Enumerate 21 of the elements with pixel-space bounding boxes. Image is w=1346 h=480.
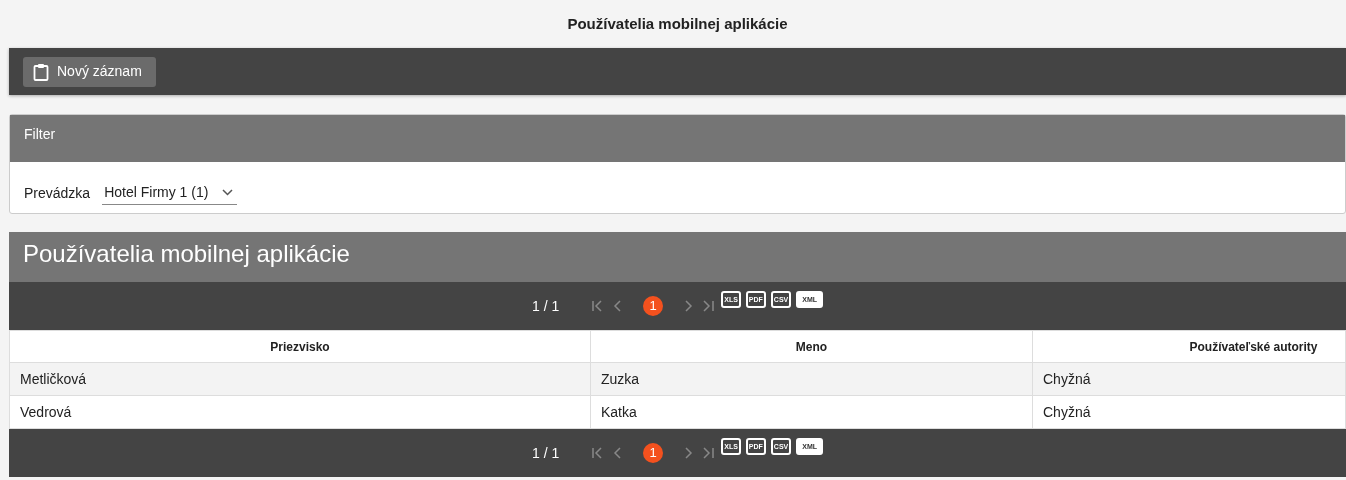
page-info: 1 / 1 [531,443,560,463]
page-info: 1 / 1 [531,296,560,316]
field-label: Prevádzka [24,184,91,203]
table-cell: Chyžná [1032,395,1346,429]
last-page-icon[interactable] [701,447,716,459]
grid-title: Používatelia mobilnej aplikácie [9,232,1346,282]
chevron-down-icon [222,189,234,196]
table-cell: Metličková [9,362,591,396]
table-cell: Vedrová [9,395,591,429]
clipboard-icon [33,62,49,81]
last-page-icon[interactable] [701,300,716,312]
select-field[interactable]: Hotel Firmy 1 (1) [102,182,238,205]
table-cell: Zuzka [590,362,1033,396]
column-header[interactable]: Priezvisko [9,330,591,363]
column-header[interactable]: Používateľské autority [1032,330,1346,363]
column-header[interactable]: Meno [590,330,1033,363]
panel-title: Filter [10,115,1345,162]
page-title: Používatelia mobilnej aplikácie [566,13,789,34]
table-cell: Katka [590,395,1033,429]
table-cell: Chyžná [1032,362,1346,396]
new-record-button[interactable]: Nový záznam [23,56,156,87]
